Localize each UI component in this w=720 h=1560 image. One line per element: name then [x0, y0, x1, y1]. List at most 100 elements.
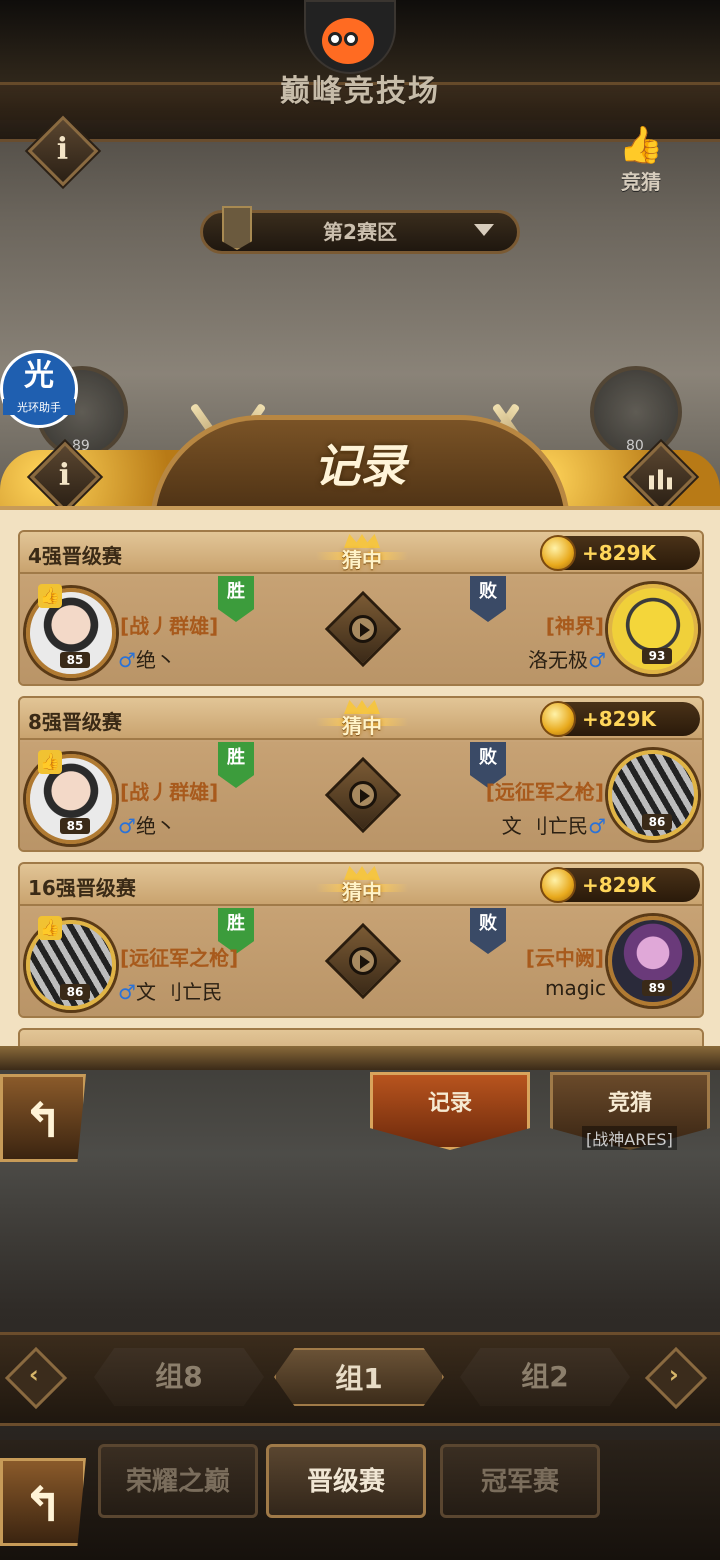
return-arrow-icon: ↰ [22, 1093, 64, 1149]
male-icon: ♂ [118, 980, 136, 1004]
exit-button[interactable]: ↰ [0, 1458, 86, 1546]
guess-hit-label: 猜中 [342, 880, 382, 904]
mascot-icon [322, 18, 374, 64]
info-button[interactable]: i [27, 115, 99, 187]
player-level: 89 [642, 980, 672, 996]
chevron-left-icon: ‹ [28, 1360, 39, 1389]
replay-button[interactable] [324, 756, 402, 834]
bg-avatar-right: 80 [590, 366, 682, 458]
group-prev[interactable]: 组8 [94, 1348, 264, 1406]
panel-edge [0, 1046, 720, 1070]
player-level: 85 [60, 652, 90, 668]
lose-flag: 败 [470, 576, 506, 622]
left-guild: [战丿群雄] [120, 614, 219, 638]
male-icon: ♂ [118, 648, 136, 672]
right-guild: [远征军之枪] [485, 780, 604, 804]
guess-label: 竞猜 [621, 170, 661, 194]
reward-amount: +829K [582, 541, 657, 565]
rules-button[interactable]: i [29, 441, 101, 513]
reward-amount: +829K [582, 707, 657, 731]
guess-hit-label: 猜中 [342, 548, 382, 572]
thumbs-up-icon: 👍 [38, 916, 62, 940]
thumbs-up-icon: 👍 [38, 750, 62, 774]
player-level: 93 [642, 648, 672, 664]
match-stage: 4强晋级赛 [28, 544, 122, 568]
right-player-name: magic [545, 976, 606, 1000]
match-stage: 8强晋级赛 [28, 710, 122, 734]
match-card: 4强晋级赛 猜中 +829K 85 👍 胜 [战丿群雄] ♂绝丶 败 [神界] … [18, 530, 704, 686]
play-icon [349, 781, 377, 809]
helper-main-label: 光 [24, 358, 54, 393]
match-card: 16强晋级赛 猜中 +829K 86 👍 胜 [远征军之枪] ♂文 刂亡民 败 … [18, 862, 704, 1018]
male-icon: ♂ [588, 814, 606, 838]
match-header: 8强晋级赛 猜中 +829K [20, 698, 702, 740]
male-icon: ♂ [588, 648, 606, 672]
guess-hit-badge: 猜中 [316, 534, 408, 572]
back-button[interactable]: ↰ [0, 1074, 86, 1162]
reward-amount: +829K [582, 873, 657, 897]
info-icon: i [29, 441, 101, 513]
match-body: 85 👍 胜 [战丿群雄] ♂绝丶 败 [神界] 洛无极♂ 93 [20, 576, 702, 684]
male-icon: ♂ [118, 814, 136, 838]
match-stage: 16强晋级赛 [28, 876, 136, 900]
helper-sub-label: 光环助手 [3, 399, 75, 415]
win-flag: 胜 [218, 742, 254, 788]
nav-promotion[interactable]: 晋级赛 [266, 1444, 426, 1518]
record-title: 记录 [314, 439, 406, 493]
coin-icon [540, 867, 576, 903]
return-arrow-icon: ↰ [22, 1477, 64, 1533]
nav-champion[interactable]: 冠军赛 [440, 1444, 600, 1518]
left-player-name: ♂绝丶 [118, 648, 176, 672]
champion-tag: [战神ARES] [582, 1126, 677, 1150]
right-player-avatar[interactable]: 89 [608, 916, 698, 1006]
replay-button[interactable] [324, 922, 402, 1000]
right-player-avatar[interactable]: 93 [608, 584, 698, 674]
match-card: 8强晋级赛 猜中 +829K 85 👍 胜 [战丿群雄] ♂绝丶 败 [远征军之… [18, 696, 704, 852]
right-player-avatar[interactable]: 86 [608, 750, 698, 840]
coin-icon [540, 701, 576, 737]
match-header: 16强晋级赛 猜中 +829K [20, 864, 702, 906]
win-flag: 胜 [218, 576, 254, 622]
nav-glory[interactable]: 荣耀之巅 [98, 1444, 258, 1518]
guess-hit-badge: 猜中 [316, 866, 408, 904]
chevron-right-icon: › [668, 1360, 679, 1389]
play-icon [349, 615, 377, 643]
guess-hit-badge: 猜中 [316, 700, 408, 738]
right-guild: [云中阙] [525, 946, 604, 970]
play-icon [349, 947, 377, 975]
left-player-name: ♂绝丶 [118, 814, 176, 838]
right-guild: [神界] [545, 614, 604, 638]
match-body: 85 👍 胜 [战丿群雄] ♂绝丶 败 [远征军之枪] 文 刂亡民♂ 86 [20, 742, 702, 850]
reward-pill: +829K [540, 701, 700, 737]
right-player-name: 洛无极♂ [528, 648, 606, 672]
group-next[interactable]: 组2 [460, 1348, 630, 1406]
reward-pill: +829K [540, 535, 700, 571]
region-selected: 第2赛区 [323, 220, 397, 244]
player-level: 85 [60, 818, 90, 834]
match-header: 4强晋级赛 猜中 +829K [20, 532, 702, 574]
chevron-down-icon [474, 224, 494, 236]
left-guild: [远征军之枪] [120, 946, 239, 970]
match-body: 86 👍 胜 [远征军之枪] ♂文 刂亡民 败 [云中阙] magic 89 [20, 908, 702, 1016]
thumbs-up-icon: 👍 [618, 125, 664, 166]
bar-chart-icon [625, 441, 697, 513]
stats-button[interactable] [625, 441, 697, 513]
coin-icon [540, 535, 576, 571]
record-tab-button[interactable]: 记录 [370, 1072, 530, 1150]
left-player-name: ♂文 刂亡民 [118, 980, 223, 1004]
helper-badge[interactable]: 光 光环助手 [0, 350, 78, 428]
page-title: 巅峰竞技场 [280, 74, 440, 109]
player-level: 86 [642, 814, 672, 830]
guess-button[interactable]: 👍 竞猜 [612, 126, 670, 196]
right-player-name: 文 刂亡民♂ [501, 814, 606, 838]
thumbs-up-icon: 👍 [38, 584, 62, 608]
guess-hit-label: 猜中 [342, 714, 382, 738]
replay-button[interactable] [324, 590, 402, 668]
region-flag-icon [222, 206, 252, 250]
player-level: 86 [60, 984, 90, 1000]
reward-pill: +829K [540, 867, 700, 903]
group-current[interactable]: 组1 [274, 1348, 444, 1406]
info-icon: i [27, 115, 99, 187]
lose-flag: 败 [470, 908, 506, 954]
left-guild: [战丿群雄] [120, 780, 219, 804]
